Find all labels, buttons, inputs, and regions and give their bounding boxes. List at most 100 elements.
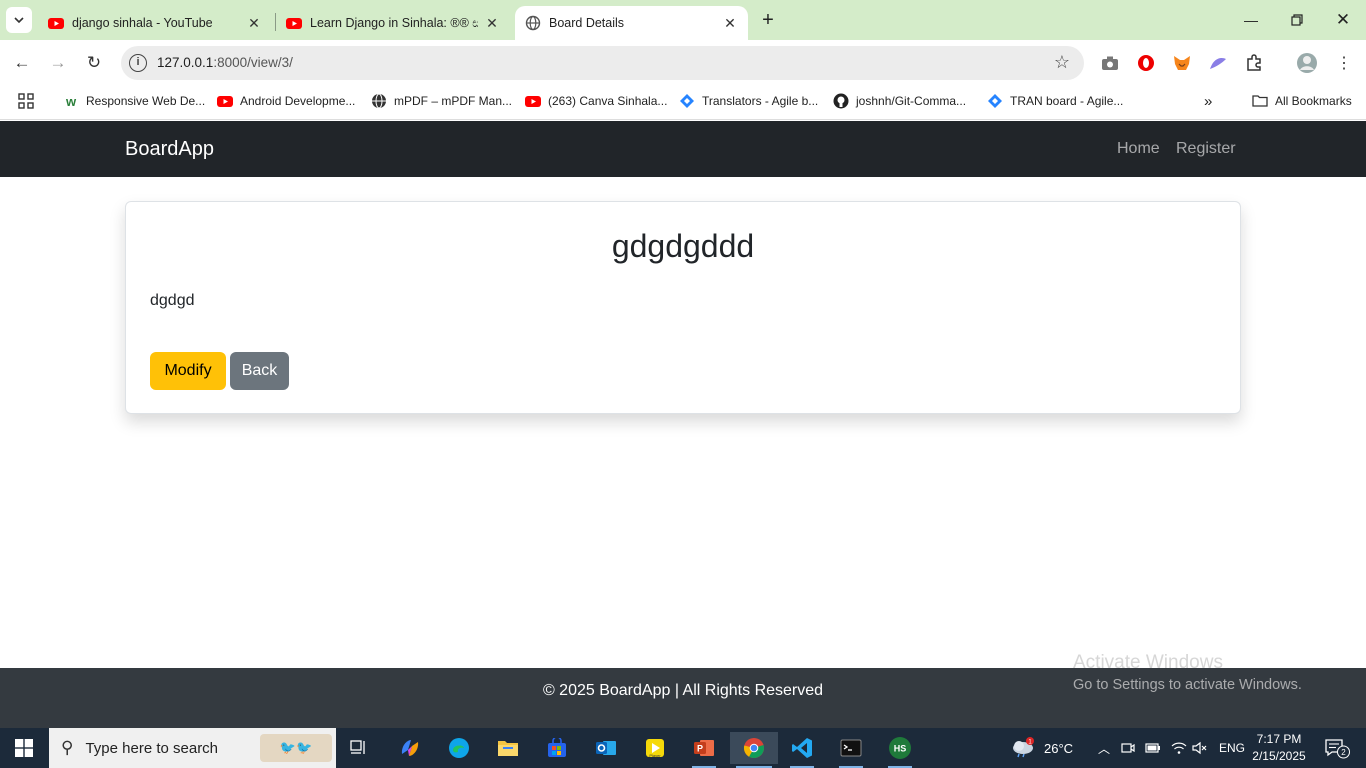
bookmark-git-commands[interactable]: joshnh/Git-Comma... [833,93,966,109]
board-content: dgdgd [150,292,195,309]
youtube-icon [217,96,233,107]
svg-text:2: 2 [1341,748,1346,757]
nav-home-link[interactable]: Home [1117,140,1160,158]
system-clock[interactable]: 7:17 PM 2/15/2025 [1248,731,1310,765]
opera-icon[interactable] [1135,52,1157,74]
language-indicator[interactable]: ENG [1219,728,1245,768]
extension-feather-icon[interactable] [1207,52,1229,74]
back-arrow-icon[interactable]: ← [10,51,34,75]
svg-text:Player: Player [649,753,661,758]
chevron-down-icon [14,17,24,24]
close-icon[interactable]: ✕ [722,15,738,32]
vscode-icon[interactable] [784,732,820,768]
bookmark-label: mPDF – mPDF Man... [394,94,513,108]
url-text[interactable]: 127.0.0.1:8000/view/3/ [157,55,293,70]
w-icon: w [65,93,77,109]
extensions-puzzle-icon[interactable] [1243,52,1265,74]
activate-windows-title: Activate Windows [1073,652,1223,673]
battery-icon[interactable] [1145,728,1161,768]
jira-icon [680,94,694,108]
bookmark-label: TRAN board - Agile... [1010,94,1124,108]
search-icon: ⚲ [61,738,74,757]
tab-search-button[interactable] [6,7,32,33]
windows-taskbar: ⚲ Type here to search 🐦🐦 Player P HS 1 2… [0,728,1366,768]
bookmarks-bar: w Responsive Web De... Android Developme… [0,86,1366,120]
tab-board-details[interactable]: Board Details ✕ [515,6,748,40]
weather-widget[interactable]: 1 26°C [1011,728,1073,768]
close-window-button[interactable]: ✕ [1320,0,1366,40]
microsoft-store-icon[interactable] [539,732,575,764]
hs-app-icon[interactable]: HS [882,732,918,768]
tab-learn-django[interactable]: Learn Django in Sinhala: ®® ස ✕ [276,6,510,40]
modify-button[interactable]: Modify [150,352,226,390]
folder-icon [1252,95,1268,107]
speaker-muted-icon[interactable] [1192,728,1208,768]
svg-text:P: P [697,744,703,754]
board-detail-card: gdgdgddd dgdgd Modify Back [125,201,1241,414]
tab-title: django sinhala - YouTube [72,16,213,30]
all-bookmarks[interactable]: All Bookmarks [1252,93,1352,109]
tab-title: Learn Django in Sinhala: ®® ස [310,15,478,30]
reload-icon[interactable]: ↻ [82,51,106,75]
wifi-icon[interactable] [1171,728,1187,768]
notification-center-icon[interactable]: 2 [1324,728,1350,768]
restore-icon [1291,14,1303,26]
new-tab-button[interactable]: + [758,8,778,32]
temperature-text: 26°C [1044,740,1074,756]
chrome-icon[interactable] [730,732,778,768]
search-placeholder: Type here to search [85,739,219,757]
edge-browser-icon[interactable] [441,732,477,764]
minimize-button[interactable]: — [1228,0,1274,40]
restore-button[interactable] [1274,0,1320,40]
outlook-icon[interactable] [588,732,624,764]
bookmark-mpdf[interactable]: mPDF – mPDF Man... [371,93,512,109]
svg-text:HS: HS [894,744,907,754]
jira-icon [988,94,1002,108]
brand-link[interactable]: BoardApp [125,138,214,161]
bookmark-label: Translators - Agile b... [702,94,819,108]
file-explorer-icon[interactable] [490,732,526,764]
chevron-up-icon[interactable]: ︿ [1098,728,1110,768]
close-icon[interactable]: ✕ [246,15,262,32]
bookmark-translators[interactable]: Translators - Agile b... [679,93,818,109]
tab-django-sinhala[interactable]: django sinhala - YouTube ✕ [38,6,272,40]
copilot-icon[interactable] [392,732,428,764]
bookmark-label: (263) Canva Sinhala... [548,94,668,108]
close-icon[interactable]: ✕ [484,15,500,32]
powerpoint-icon[interactable]: P [686,732,722,768]
camera-icon[interactable] [1099,52,1121,74]
task-view-icon[interactable] [341,732,377,764]
browser-tab-strip: django sinhala - YouTube ✕ Learn Django … [0,0,1366,40]
more-vertical-icon[interactable]: ⋮ [1333,52,1355,74]
metamask-fox-icon[interactable] [1171,52,1193,74]
bookmark-label: joshnh/Git-Comma... [856,94,967,108]
forward-arrow-icon[interactable]: → [46,51,70,75]
back-button[interactable]: Back [230,352,289,390]
bookmark-android-development[interactable]: Android Developme... [217,93,355,109]
chevron-double-right-icon[interactable]: » [1204,93,1212,110]
windows-logo-icon [15,739,33,757]
site-info-icon[interactable]: i [129,54,147,72]
site-navbar: BoardApp Home Register [0,121,1366,177]
bookmark-responsive-web[interactable]: w Responsive Web De... [63,93,205,109]
nav-register-link[interactable]: Register [1176,140,1236,158]
activate-windows-subtitle: Go to Settings to activate Windows. [1073,677,1302,693]
all-bookmarks-label: All Bookmarks [1275,94,1352,108]
youtube-icon [525,96,541,107]
camera-tray-icon[interactable] [1121,728,1135,768]
media-player-icon[interactable]: Player [637,732,673,764]
address-bar[interactable]: i 127.0.0.1:8000/view/3/ ☆ [121,46,1084,80]
taskbar-search-box[interactable]: ⚲ Type here to search 🐦🐦 [49,728,336,768]
windows-start-button[interactable] [6,728,42,768]
browser-toolbar: ← → ↻ i 127.0.0.1:8000/view/3/ ☆ ⋮ [0,40,1366,86]
profile-avatar[interactable] [1296,52,1318,74]
bookmark-tran-board[interactable]: TRAN board - Agile... [987,93,1123,109]
url-path: :8000/view/3/ [213,55,293,70]
apps-grid-icon[interactable] [18,93,34,109]
bookmark-canva-sinhala[interactable]: (263) Canva Sinhala... [525,93,667,109]
bookmark-star-icon[interactable]: ☆ [1054,52,1070,73]
youtube-icon [48,18,64,29]
clock-time: 7:17 PM [1256,732,1302,746]
github-icon [833,93,849,109]
terminal-icon[interactable] [833,732,869,768]
